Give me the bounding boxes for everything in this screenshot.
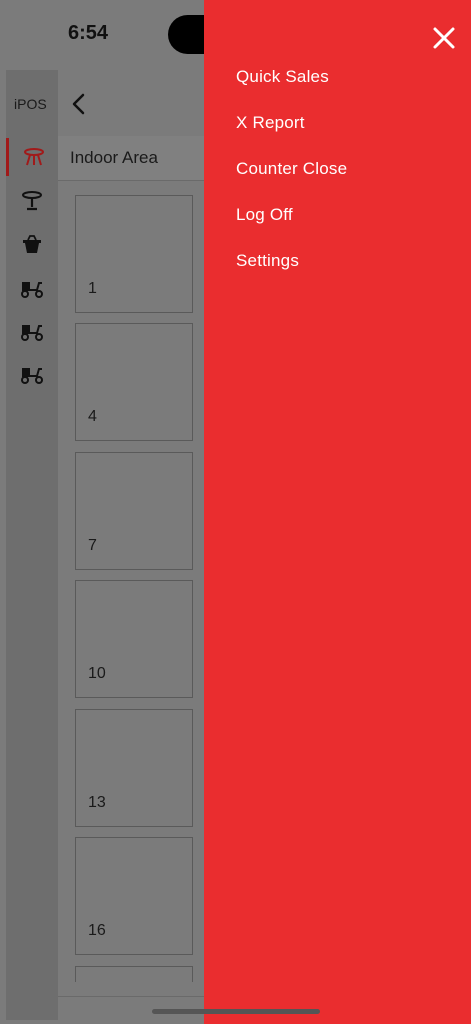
scooter-icon xyxy=(21,282,43,298)
area-title: Indoor Area xyxy=(70,148,158,167)
rail-item-bar[interactable] xyxy=(6,182,58,220)
rail-item-dine-in[interactable] xyxy=(6,138,58,176)
scooter-icon xyxy=(21,368,43,384)
drawer-menu: Quick Sales X Report Counter Close Log O… xyxy=(236,66,347,296)
close-icon xyxy=(433,27,455,49)
menu-item-counter-close[interactable]: Counter Close xyxy=(236,158,347,204)
table-card[interactable]: 10 xyxy=(75,580,193,698)
table-number: 1 xyxy=(88,280,97,297)
table-card[interactable]: 7 xyxy=(75,452,193,570)
table-card[interactable]: 1 xyxy=(75,195,193,313)
table-card-partial[interactable] xyxy=(75,966,193,982)
divider xyxy=(58,996,204,997)
table-number: 7 xyxy=(88,537,97,554)
table-card[interactable]: 16 xyxy=(75,837,193,955)
table-number: 16 xyxy=(88,922,106,939)
table-card[interactable]: 13 xyxy=(75,709,193,827)
table-number: 13 xyxy=(88,794,106,811)
rail-item-delivery-3[interactable] xyxy=(6,355,58,393)
status-time: 6:54 xyxy=(68,22,109,44)
bar-table-icon xyxy=(22,191,42,211)
rail-item-delivery-1[interactable] xyxy=(6,269,58,307)
home-indicator[interactable] xyxy=(152,1009,320,1014)
table-card[interactable]: 4 xyxy=(75,323,193,441)
close-drawer-button[interactable] xyxy=(430,24,458,52)
back-button[interactable] xyxy=(68,92,92,116)
menu-item-settings[interactable]: Settings xyxy=(236,250,347,296)
menu-item-quick-sales[interactable]: Quick Sales xyxy=(236,66,347,112)
rail-item-delivery-2[interactable] xyxy=(6,312,58,350)
menu-item-log-off[interactable]: Log Off xyxy=(236,204,347,250)
chevron-left-icon xyxy=(72,93,85,115)
table-number: 4 xyxy=(88,408,97,425)
area-header: Indoor Area xyxy=(58,136,204,181)
menu-item-x-report[interactable]: X Report xyxy=(236,112,347,158)
table-number: 10 xyxy=(88,665,106,682)
round-table-icon xyxy=(23,148,44,166)
scooter-icon xyxy=(21,325,43,341)
rail-item-takeaway[interactable] xyxy=(6,226,58,264)
brand-label: iPOS xyxy=(14,96,47,112)
takeaway-bag-icon xyxy=(23,235,41,253)
